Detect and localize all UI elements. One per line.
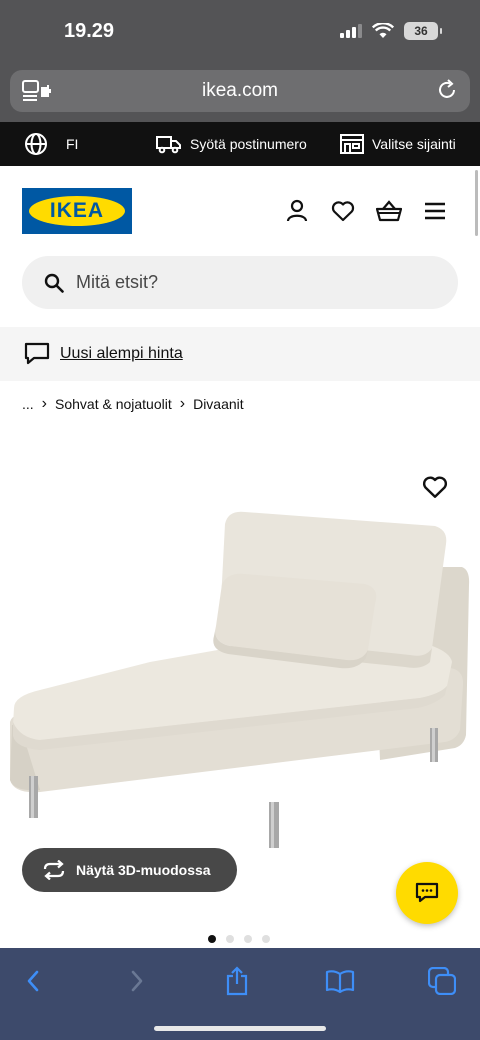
search-input[interactable]: Mitä etsit? bbox=[22, 256, 458, 309]
back-icon bbox=[27, 970, 39, 992]
breadcrumb: ... › Sohvat & nojatuolit › Divaanit bbox=[22, 395, 244, 413]
forward-icon bbox=[131, 970, 143, 992]
address-bar[interactable]: ikea.com bbox=[10, 70, 470, 112]
view-3d-label: Näytä 3D-muodossa bbox=[76, 862, 211, 878]
site-header: IKEA bbox=[0, 166, 480, 256]
bookmarks-button[interactable] bbox=[323, 964, 357, 998]
carousel-dot[interactable] bbox=[262, 935, 270, 943]
truck-icon bbox=[156, 136, 181, 154]
globe-icon bbox=[25, 133, 47, 155]
search-icon bbox=[44, 273, 64, 293]
add-to-favourites-button[interactable] bbox=[422, 475, 448, 499]
view-3d-button[interactable]: Näytä 3D-muodossa bbox=[22, 848, 237, 892]
chevron-right-icon: › bbox=[179, 395, 186, 412]
status-time: 19.29 bbox=[64, 20, 115, 42]
cart-button[interactable] bbox=[376, 198, 402, 224]
image-carousel-dots bbox=[208, 935, 270, 943]
scrollbar-thumb[interactable] bbox=[475, 170, 478, 236]
carousel-dot[interactable] bbox=[244, 935, 252, 943]
logo-text: IKEA bbox=[29, 196, 125, 226]
carousel-dot[interactable] bbox=[208, 935, 216, 943]
ikea-logo[interactable]: IKEA bbox=[22, 188, 132, 234]
status-icons: 36 bbox=[340, 22, 442, 40]
heart-icon bbox=[422, 476, 448, 498]
rotate-3d-icon bbox=[43, 860, 65, 880]
forward-button[interactable] bbox=[120, 964, 154, 998]
chat-bubble-icon bbox=[24, 342, 50, 365]
share-button[interactable] bbox=[220, 964, 254, 998]
language-label: FI bbox=[66, 136, 79, 152]
heart-icon bbox=[331, 201, 355, 222]
utility-strip: FI Syötä postinumero Valitse sijainti bbox=[0, 122, 480, 166]
search-placeholder: Mitä etsit? bbox=[76, 272, 159, 292]
header-actions bbox=[284, 198, 448, 224]
postcode-label: Syötä postinumero bbox=[190, 136, 307, 152]
account-button[interactable] bbox=[284, 198, 310, 224]
breadcrumb-item[interactable]: Divaanit bbox=[193, 396, 244, 412]
chat-button[interactable] bbox=[396, 862, 458, 924]
home-indicator bbox=[154, 1026, 326, 1031]
back-button[interactable] bbox=[16, 964, 50, 998]
wifi-icon bbox=[372, 23, 394, 38]
bookmarks-icon bbox=[325, 970, 355, 993]
chevron-right-icon: › bbox=[41, 395, 47, 412]
user-icon bbox=[286, 199, 308, 222]
postcode-link[interactable]: Syötä postinumero bbox=[156, 122, 307, 166]
breadcrumb-ellipsis[interactable]: ... bbox=[22, 396, 34, 412]
menu-icon bbox=[425, 202, 445, 220]
breadcrumb-item[interactable]: Sohvat & nojatuolit bbox=[55, 396, 172, 412]
share-icon bbox=[226, 966, 248, 996]
location-label: Valitse sijainti bbox=[372, 136, 456, 152]
page-menu-icon[interactable] bbox=[22, 80, 52, 102]
browser-chrome: ikea.com bbox=[0, 62, 480, 122]
url-text: ikea.com bbox=[201, 80, 279, 101]
store-icon bbox=[340, 134, 364, 154]
favourites-button[interactable] bbox=[330, 198, 356, 224]
promo-link[interactable]: Uusi alempi hinta bbox=[60, 345, 183, 363]
reload-icon[interactable] bbox=[436, 79, 458, 101]
promo-banner: Uusi alempi hinta bbox=[0, 327, 480, 381]
language-selector[interactable]: FI bbox=[24, 122, 78, 166]
browser-toolbar bbox=[0, 948, 480, 1040]
tabs-button[interactable] bbox=[425, 964, 459, 998]
signal-icon bbox=[340, 24, 362, 38]
location-link[interactable]: Valitse sijainti bbox=[340, 122, 456, 166]
menu-button[interactable] bbox=[422, 198, 448, 224]
tabs-icon bbox=[428, 967, 456, 995]
chat-bubble-icon bbox=[415, 882, 439, 903]
basket-icon bbox=[376, 200, 402, 222]
carousel-dot[interactable] bbox=[226, 935, 234, 943]
battery-indicator: 36 bbox=[404, 22, 442, 40]
status-bar: 19.29 36 bbox=[0, 0, 480, 62]
